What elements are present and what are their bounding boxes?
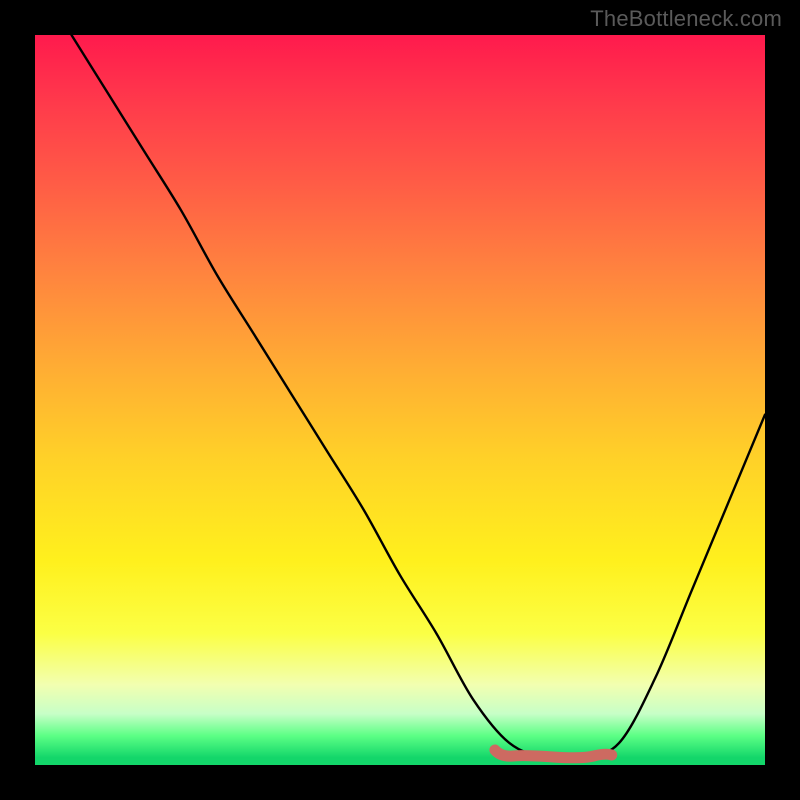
bottleneck-curve xyxy=(72,35,766,760)
recommended-range-marker xyxy=(495,750,612,758)
chart-frame: TheBottleneck.com xyxy=(0,0,800,800)
attribution-label: TheBottleneck.com xyxy=(590,6,782,32)
plot-area xyxy=(35,35,765,765)
curve-layer xyxy=(35,35,765,765)
